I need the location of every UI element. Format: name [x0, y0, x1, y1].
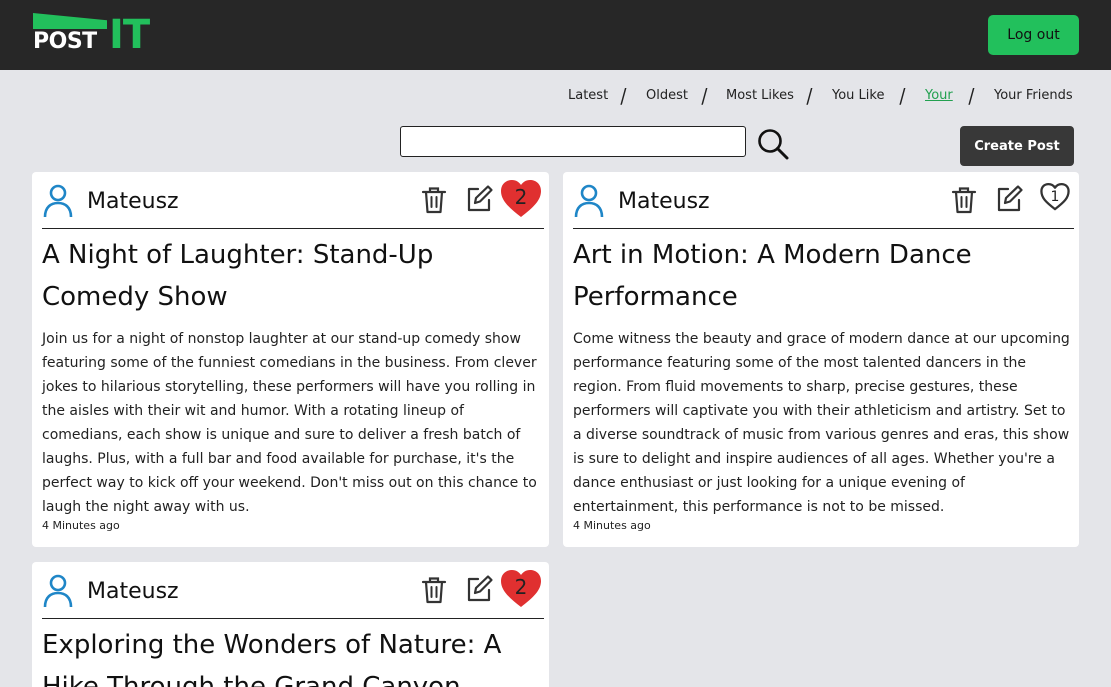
like-count: 2 — [514, 185, 528, 209]
post-author[interactable]: Mateusz — [87, 187, 179, 217]
post-body: Come witness the beauty and grace of mod… — [573, 331, 1070, 515]
user-icon — [43, 574, 73, 608]
nav-you-like[interactable]: You Like — [832, 86, 884, 106]
post-author[interactable]: Mateusz — [87, 577, 179, 607]
nav-oldest[interactable]: Oldest — [646, 86, 688, 106]
like-button[interactable]: 2 — [500, 569, 542, 609]
user-icon — [43, 184, 73, 218]
nav-your-friends[interactable]: Your Friends — [994, 86, 1073, 106]
like-count: 2 — [514, 575, 528, 599]
nav-separator: / — [620, 84, 627, 108]
logo-it-text: IT — [109, 12, 150, 58]
post-timestamp: 4 Minutes ago — [573, 519, 651, 532]
logout-button[interactable]: Log out — [988, 15, 1079, 55]
logo-post-text: POST — [33, 29, 97, 54]
trash-icon[interactable] — [420, 575, 448, 605]
post-title: A Night of Laughter: Stand-Up Comedy Sho… — [42, 240, 434, 312]
nav-most-likes[interactable]: Most Likes — [726, 86, 794, 106]
post-card: Mateusz 2 Exploring the Wonders of Natur… — [32, 562, 549, 687]
like-button[interactable]: 1 — [1040, 179, 1070, 219]
post-card: Mateusz 2 A Night of Laughter: Stand-Up … — [32, 172, 549, 547]
post-header: Mateusz 2 — [42, 562, 544, 619]
user-icon — [574, 184, 604, 218]
post-title: Art in Motion: A Modern Dance Performanc… — [573, 240, 972, 312]
nav-separator: / — [968, 84, 975, 108]
create-post-button[interactable]: Create Post — [960, 126, 1074, 166]
post-title: Exploring the Wonders of Nature: A Hike … — [42, 630, 502, 687]
logo[interactable]: POST IT — [33, 13, 150, 56]
post-body: Join us for a night of nonstop laughter … — [42, 331, 537, 515]
post-timestamp: 4 Minutes ago — [42, 519, 120, 532]
nav-separator: / — [701, 84, 708, 108]
search-icon[interactable] — [756, 127, 790, 161]
nav-latest[interactable]: Latest — [568, 86, 608, 106]
like-button[interactable]: 2 — [500, 179, 542, 219]
nav-separator: / — [899, 84, 906, 108]
trash-icon[interactable] — [950, 185, 978, 215]
like-count: 1 — [1050, 189, 1060, 205]
nav-separator: / — [806, 84, 813, 108]
edit-icon[interactable] — [994, 184, 1024, 214]
edit-icon[interactable] — [464, 184, 494, 214]
trash-icon[interactable] — [420, 185, 448, 215]
post-header: Mateusz 1 — [573, 172, 1074, 229]
post-card: Mateusz 1 Art in Motion: A Modern Dance … — [563, 172, 1079, 547]
top-bar: POST IT Log out — [0, 0, 1111, 70]
nav-your[interactable]: Your — [925, 86, 953, 106]
post-author[interactable]: Mateusz — [618, 187, 710, 217]
search-input[interactable] — [400, 126, 746, 157]
logo-bar — [33, 13, 107, 29]
post-header: Mateusz 2 — [42, 172, 544, 229]
edit-icon[interactable] — [464, 574, 494, 604]
